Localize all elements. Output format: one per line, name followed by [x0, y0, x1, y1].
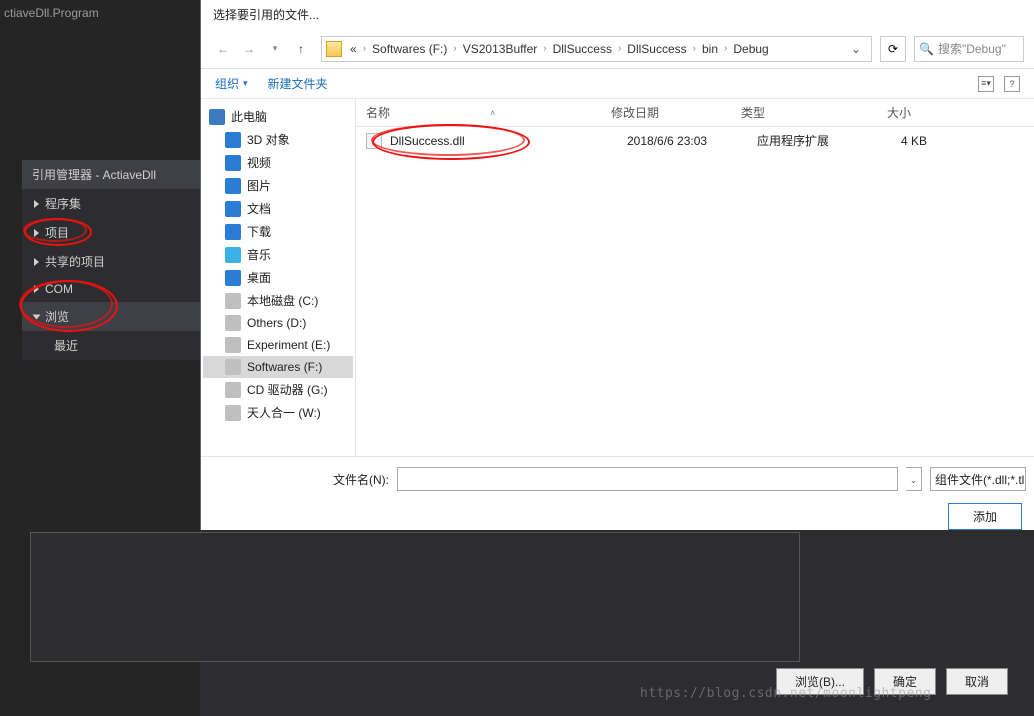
nav-forward-button[interactable]: → [237, 37, 261, 61]
desktop-icon [225, 270, 241, 286]
dll-file-icon [366, 133, 382, 149]
tree-item[interactable]: 文档 [203, 197, 353, 220]
filename-input[interactable] [397, 467, 898, 491]
refresh-button[interactable]: ⟳ [880, 36, 906, 62]
file-type: 应用程序扩展 [757, 132, 867, 149]
ref-item-label: COM [45, 282, 73, 296]
crumb-segment[interactable]: VS2013Buffer [461, 42, 540, 56]
crumb-segment[interactable]: Softwares (F:) [370, 42, 449, 56]
column-headers[interactable]: 名称 ˄ 修改日期 类型 大小 [356, 99, 1034, 127]
col-type[interactable]: 类型 [741, 104, 851, 121]
disk-icon [225, 315, 241, 331]
tree-item[interactable]: Experiment (E:) [203, 334, 353, 356]
object3d-icon [225, 132, 241, 148]
search-icon: 🔍 [919, 42, 934, 56]
ref-item-shared[interactable]: 共享的项目 [22, 247, 202, 276]
cancel-button[interactable]: 取消 [946, 668, 1008, 695]
tree-item[interactable]: 视频 [203, 151, 353, 174]
crumb-segment[interactable]: Debug [731, 42, 770, 56]
disk-icon [225, 337, 241, 353]
reference-manager-title: 引用管理器 - ActiaveDll [22, 160, 202, 189]
ref-item-label: 共享的项目 [45, 253, 105, 270]
ref-sub-recent[interactable]: 最近 [22, 331, 202, 360]
tree-item[interactable]: 天人合一 (W:) [203, 401, 353, 424]
sort-indicator-icon: ˄ [490, 108, 495, 118]
music-icon [225, 247, 241, 263]
crumb-segment[interactable]: DllSuccess [625, 42, 688, 56]
crumb-dropdown[interactable]: ⌄ [845, 42, 867, 56]
help-button[interactable]: ? [1004, 76, 1020, 92]
tree-item[interactable]: Others (D:) [203, 312, 353, 334]
ref-item-com[interactable]: COM [22, 276, 202, 302]
navigation-tree: 此电脑 3D 对象 视频 图片 文档 下载 音乐 桌面 本地磁盘 (C:) Ot… [201, 99, 356, 456]
organize-label: 组织 [215, 75, 239, 92]
ref-item-assemblies[interactable]: 程序集 [22, 189, 202, 218]
filename-label: 文件名(N): [209, 471, 389, 488]
downloads-icon [225, 224, 241, 240]
ref-item-label: 浏览 [45, 308, 69, 325]
nav-history-dropdown[interactable]: ▾ [263, 37, 287, 61]
ref-item-projects[interactable]: 项目 [22, 218, 202, 247]
tree-item[interactable]: 图片 [203, 174, 353, 197]
ref-item-label: 项目 [45, 224, 69, 241]
documents-icon [225, 201, 241, 217]
col-size[interactable]: 大小 [851, 104, 911, 121]
tree-root-thispc[interactable]: 此电脑 [203, 105, 353, 128]
cd-icon [225, 382, 241, 398]
tree-item-selected[interactable]: Softwares (F:) [203, 356, 353, 378]
col-date[interactable]: 修改日期 [611, 104, 741, 121]
nav-up-button[interactable]: ↑ [289, 37, 313, 61]
breadcrumb-address-bar[interactable]: « › Softwares (F:)› VS2013Buffer› DllSuc… [321, 36, 872, 62]
tree-item[interactable]: 下载 [203, 220, 353, 243]
col-name[interactable]: 名称 [366, 104, 390, 121]
folder-icon [326, 41, 342, 57]
file-open-dialog: 选择要引用的文件... ← → ▾ ↑ « › Softwares (F:)› … [200, 0, 1034, 530]
ref-manager-inner-frame [30, 532, 800, 662]
filename-history-dropdown[interactable]: ⌄ [906, 467, 922, 491]
ref-item-browse[interactable]: 浏览 [22, 302, 202, 331]
file-type-filter[interactable]: 组件文件(*.dll;*.tl [930, 467, 1026, 491]
crumb-prefix[interactable]: « [348, 42, 359, 56]
tree-root-label: 此电脑 [231, 108, 267, 125]
file-row[interactable]: DllSuccess.dll 2018/6/6 23:03 应用程序扩展 4 K… [356, 127, 1034, 154]
view-options-button[interactable]: ≡▾ [978, 76, 994, 92]
watermark-text: https://blog.csdn.net/moonlightpeng [640, 686, 931, 701]
disk-icon [225, 405, 241, 421]
nav-back-button[interactable]: ← [211, 37, 235, 61]
tree-item[interactable]: 本地磁盘 (C:) [203, 289, 353, 312]
disk-icon [225, 293, 241, 309]
video-icon [225, 155, 241, 171]
organize-menu[interactable]: 组织▾ [215, 75, 248, 92]
search-placeholder: 搜索"Debug" [938, 40, 1006, 57]
dialog-title: 选择要引用的文件... [201, 0, 1034, 29]
search-input[interactable]: 🔍 搜索"Debug" [914, 36, 1024, 62]
crumb-segment[interactable]: bin [700, 42, 720, 56]
tree-item[interactable]: 3D 对象 [203, 128, 353, 151]
pictures-icon [225, 178, 241, 194]
tree-item[interactable]: 桌面 [203, 266, 353, 289]
file-name: DllSuccess.dll [390, 134, 627, 148]
reference-manager-panel: 引用管理器 - ActiaveDll 程序集 项目 共享的项目 COM 浏览 最… [22, 160, 202, 360]
file-size: 4 KB [867, 134, 927, 148]
crumb-segment[interactable]: DllSuccess [551, 42, 614, 56]
new-folder-button[interactable]: 新建文件夹 [268, 75, 328, 92]
add-button[interactable]: 添加 [948, 503, 1022, 530]
ref-item-label: 程序集 [45, 195, 81, 212]
vs-tab-label: ctiaveDll.Program [0, 0, 200, 26]
file-date: 2018/6/6 23:03 [627, 134, 757, 148]
disk-icon [225, 359, 241, 375]
pc-icon [209, 109, 225, 125]
tree-item[interactable]: CD 驱动器 (G:) [203, 378, 353, 401]
tree-item[interactable]: 音乐 [203, 243, 353, 266]
